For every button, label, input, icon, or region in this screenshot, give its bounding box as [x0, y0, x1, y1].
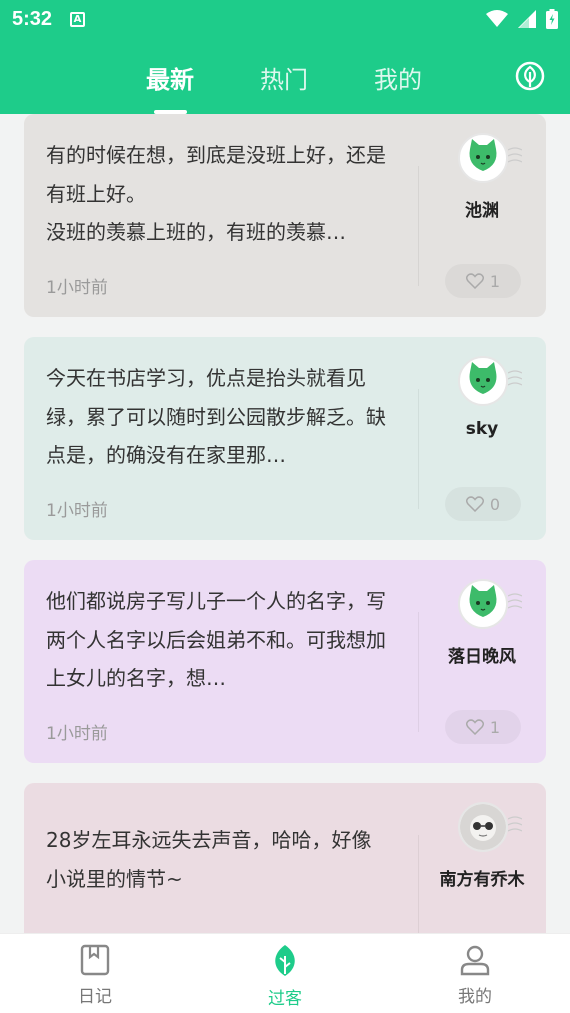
user-icon	[460, 945, 490, 976]
status-time: 5:32	[12, 7, 53, 30]
post-text: 有的时候在想，到底是没班上好，还是有班上好。 没班的羡慕上班的，有班的羡慕…	[46, 143, 386, 244]
like-button[interactable]: 1	[445, 710, 521, 744]
status-icons	[486, 9, 558, 29]
like-count: 0	[489, 494, 501, 514]
card-divider	[418, 835, 419, 933]
photo-avatar[interactable]	[458, 802, 508, 852]
tab-hot[interactable]: 热门	[260, 60, 308, 95]
top-tab-bar: 最新 热门 我的	[0, 38, 570, 114]
signal-icon	[518, 10, 536, 28]
leaf-circle-icon[interactable]	[514, 60, 546, 92]
heart-icon	[465, 719, 484, 735]
post-text: 28岁左耳永远失去声音，哈哈，好像小说里的情节~	[46, 828, 372, 891]
green-cat-avatar[interactable]	[458, 579, 508, 629]
post-username[interactable]: 南方有乔木	[426, 865, 538, 890]
diary-icon	[80, 944, 110, 976]
nav-diary[interactable]: 日记	[40, 944, 150, 1007]
heart-icon	[465, 496, 484, 512]
notification-icon: A	[70, 11, 86, 27]
tab-latest[interactable]: 最新	[146, 60, 194, 95]
post-time: 1小时前	[46, 724, 108, 744]
post-time: 1小时前	[46, 501, 108, 521]
whisker-decoration-icon	[508, 816, 522, 832]
like-count: 1	[489, 717, 501, 737]
whisker-decoration-icon	[508, 593, 522, 609]
post-card[interactable]: 他们都说房子写儿子一个人的名字，写两个人名字以后会姐弟不和。可我想加上女儿的名字…	[24, 560, 546, 763]
tab-mine[interactable]: 我的	[374, 60, 422, 95]
post-card[interactable]: 有的时候在想，到底是没班上好，还是有班上好。 没班的羡慕上班的，有班的羡慕… 1…	[24, 114, 546, 317]
post-username[interactable]: 池渊	[426, 196, 538, 221]
nav-label: 日记	[78, 987, 112, 1007]
leaf-icon	[275, 945, 295, 976]
heart-icon	[465, 273, 484, 289]
whisker-decoration-icon	[508, 147, 522, 163]
like-count: 1	[489, 271, 501, 291]
post-time: 1小时前	[46, 278, 108, 298]
nav-mine[interactable]: 我的	[420, 944, 530, 1007]
nav-label: 我的	[458, 987, 492, 1007]
like-button[interactable]: 1	[445, 264, 521, 298]
post-text: 他们都说房子写儿子一个人的名字，写两个人名字以后会姐弟不和。可我想加上女儿的名字…	[46, 589, 386, 690]
post-feed[interactable]: 有的时候在想，到底是没班上好，还是有班上好。 没班的羡慕上班的，有班的羡慕… 1…	[0, 114, 570, 933]
card-divider	[418, 389, 419, 509]
nav-label: 过客	[268, 989, 302, 1009]
post-card[interactable]: 28岁左耳永远失去声音，哈哈，好像小说里的情节~ 南方有乔木	[24, 783, 546, 933]
post-card[interactable]: 今天在书店学习，优点是抬头就看见绿，累了可以随时到公园散步解乏。缺点是，的确没有…	[24, 337, 546, 540]
card-divider	[418, 166, 419, 286]
bottom-nav: 日记 过客 我的	[0, 933, 570, 1013]
whisker-decoration-icon	[508, 370, 522, 386]
post-username[interactable]: sky	[426, 419, 538, 439]
like-button[interactable]: 0	[445, 487, 521, 521]
status-bar: 5:32 A	[0, 0, 570, 38]
nav-passerby[interactable]: 过客	[230, 944, 340, 1009]
green-cat-avatar[interactable]	[458, 133, 508, 183]
green-cat-avatar[interactable]	[458, 356, 508, 406]
post-text: 今天在书店学习，优点是抬头就看见绿，累了可以随时到公园散步解乏。缺点是，的确没有…	[46, 366, 386, 467]
battery-icon	[546, 9, 558, 29]
post-username[interactable]: 落日晚风	[426, 642, 538, 667]
wifi-icon	[486, 10, 508, 27]
card-divider	[418, 612, 419, 732]
